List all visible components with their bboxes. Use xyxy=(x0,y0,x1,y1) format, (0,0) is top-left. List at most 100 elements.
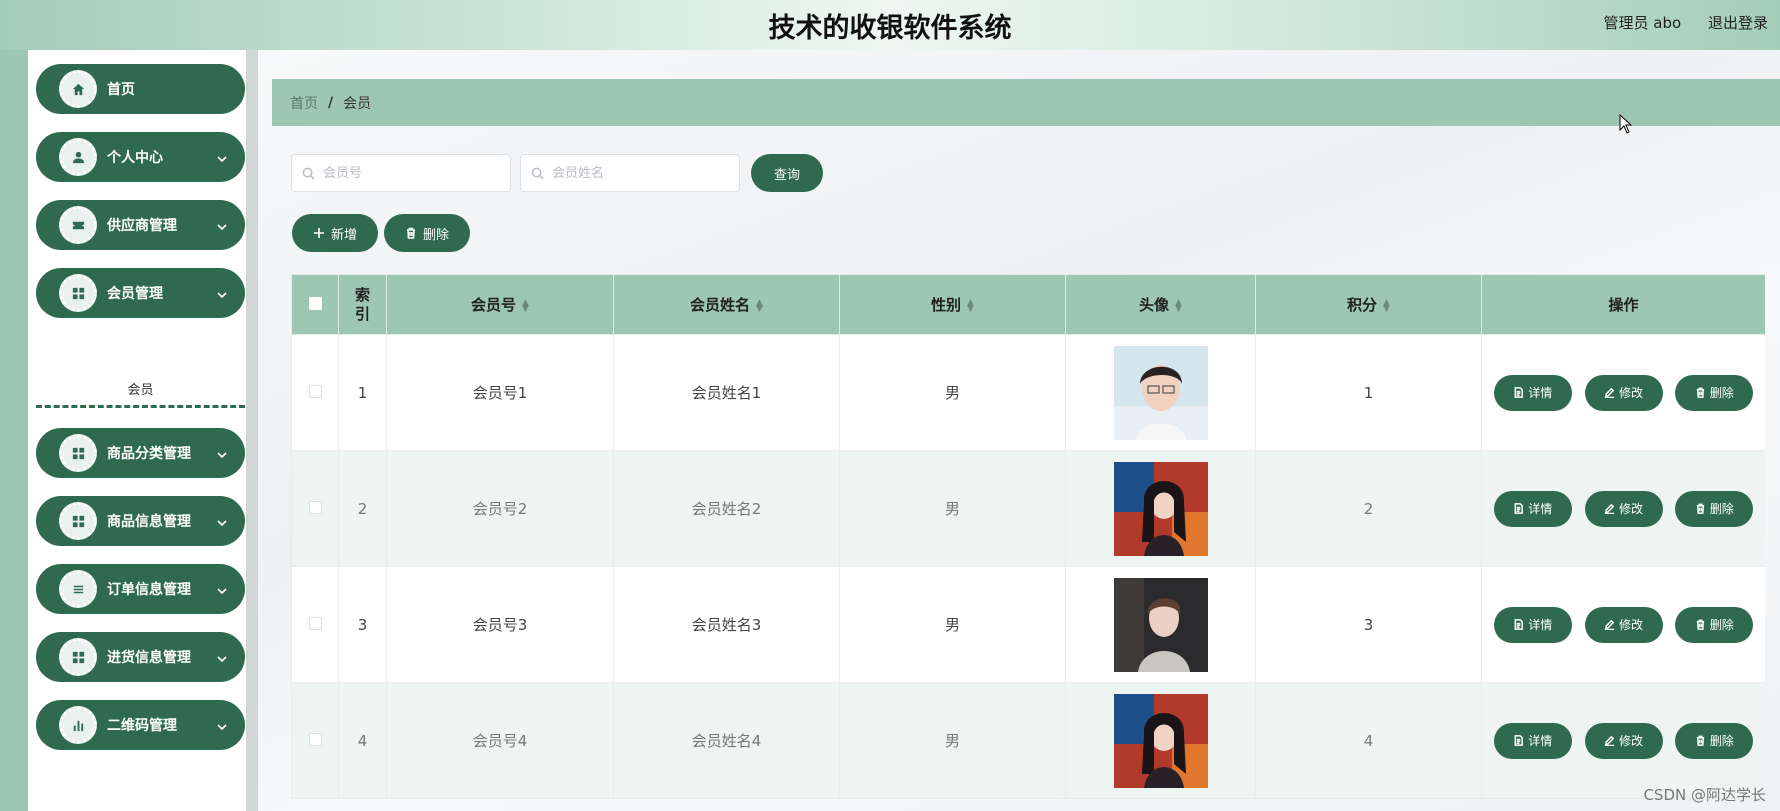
member-no-search-field[interactable] xyxy=(291,154,511,192)
row-select-cell[interactable] xyxy=(291,566,339,683)
sort-icon[interactable]: ▲ ▼ xyxy=(756,298,763,313)
add-button[interactable]: 新增 xyxy=(294,216,376,250)
chevron-down-icon xyxy=(217,652,227,663)
detail-button[interactable]: 详情 xyxy=(1495,492,1570,525)
gender-header-label: 性别 xyxy=(931,296,962,314)
row-checkbox[interactable] xyxy=(308,500,322,514)
sidebar-item-purchase-management[interactable]: 进货信息管理 xyxy=(36,632,245,682)
actions-header-label: 操作 xyxy=(1608,296,1639,314)
sidebar-item-home[interactable]: 首页 xyxy=(36,64,245,114)
detail-button[interactable]: 详情 xyxy=(1495,608,1570,641)
member-no-cell: 会员号4 xyxy=(386,682,614,799)
edit-label: 修改 xyxy=(1618,386,1643,400)
points-cell: 4 xyxy=(1255,682,1482,799)
chevron-down-icon xyxy=(217,720,227,731)
edit-button[interactable]: 修改 xyxy=(1586,376,1661,409)
sort-icon[interactable]: ▲ ▼ xyxy=(1383,298,1390,313)
avatar-image[interactable] xyxy=(1113,577,1208,672)
gender-cell: 男 xyxy=(839,450,1066,567)
detail-button[interactable]: 详情 xyxy=(1495,724,1570,757)
sidebar-item-label: 商品信息管理 xyxy=(107,514,191,530)
row-checkbox[interactable] xyxy=(308,732,322,746)
select-all-cell[interactable] xyxy=(291,274,339,335)
gender-cell: 男 xyxy=(839,682,1066,799)
sidebar-item-label: 供应商管理 xyxy=(107,218,177,234)
sidebar-item-supplier[interactable]: 供应商管理 xyxy=(36,200,245,250)
breadcrumb-current: 会员 xyxy=(343,95,372,112)
points-header[interactable]: 积分 ▲ ▼ xyxy=(1255,274,1482,335)
logout-link[interactable]: 退出登录 xyxy=(1708,14,1768,32)
member-name-cell: 会员姓名1 xyxy=(613,334,840,451)
row-select-cell[interactable] xyxy=(291,450,339,567)
member-no-cell: 会员号3 xyxy=(386,566,614,683)
row-select-cell[interactable] xyxy=(291,682,339,799)
edit-icon xyxy=(1604,387,1615,398)
sort-icon[interactable]: ▲ ▼ xyxy=(522,298,529,313)
actions-header: 操作 xyxy=(1481,274,1765,335)
add-button-label: 新增 xyxy=(330,227,357,243)
sidebar-item-personal-center[interactable]: 个人中心 xyxy=(36,132,245,182)
main-content: 首页 / 会员 查询 新增 删除 索引 会员号 ▲▼ xyxy=(258,50,1780,811)
trash-icon xyxy=(1696,619,1704,630)
query-button[interactable]: 查询 xyxy=(753,156,821,190)
sort-icon[interactable]: ▲ ▼ xyxy=(967,298,974,313)
row-checkbox[interactable] xyxy=(308,384,322,398)
index-header-label: 索引 xyxy=(354,285,370,323)
detail-button[interactable]: 详情 xyxy=(1495,376,1570,409)
top-header: 技术的收银软件系统 管理员 abo 退出登录 xyxy=(0,0,1780,50)
edit-label: 修改 xyxy=(1618,734,1643,748)
delete-button[interactable]: 删除 xyxy=(1677,492,1752,525)
row-select-cell[interactable] xyxy=(291,334,339,451)
document-icon xyxy=(1514,735,1524,746)
sidebar-item-label: 个人中心 xyxy=(107,150,163,166)
edit-button[interactable]: 修改 xyxy=(1586,608,1661,641)
breadcrumb-home-link[interactable]: 首页 xyxy=(290,93,318,113)
submenu-item-member[interactable]: 会员 xyxy=(36,372,245,408)
gender-header[interactable]: 性别 ▲ ▼ xyxy=(839,274,1066,335)
edit-icon xyxy=(1604,619,1615,630)
row-checkbox[interactable] xyxy=(308,616,322,630)
user-icon xyxy=(59,138,97,176)
member-name-input[interactable] xyxy=(552,165,722,181)
member-name-header[interactable]: 会员姓名 ▲ ▼ xyxy=(613,274,840,335)
avatar-cell xyxy=(1065,450,1256,567)
table-row: 2 会员号2 会员姓名2 男 2 详情 修改 删除 xyxy=(291,450,1765,567)
table-row: 4 会员号4 会员姓名4 男 4 详情 修改 删除 xyxy=(291,682,1765,799)
index-cell: 3 xyxy=(338,566,387,683)
member-name-search-field[interactable] xyxy=(520,154,740,192)
sidebar-item-product-management[interactable]: 商品信息管理 xyxy=(36,496,245,546)
delete-button[interactable]: 删除 xyxy=(1677,376,1752,409)
breadcrumb-separator: / xyxy=(328,94,334,111)
select-all-checkbox[interactable] xyxy=(308,296,322,310)
avatar-image[interactable] xyxy=(1113,345,1208,440)
delete-button[interactable]: 删除 xyxy=(1677,608,1752,641)
delete-button[interactable]: 删除 xyxy=(1677,724,1752,757)
member-no-input[interactable] xyxy=(323,165,493,181)
detail-label: 详情 xyxy=(1528,734,1553,748)
sidebar-item-category-management[interactable]: 商品分类管理 xyxy=(36,428,245,478)
sidebar-item-order-management[interactable]: 订单信息管理 xyxy=(36,564,245,614)
detail-label: 详情 xyxy=(1528,386,1553,400)
batch-delete-button[interactable]: 删除 xyxy=(386,216,468,250)
sort-icon[interactable]: ▲ ▼ xyxy=(1175,298,1182,313)
actions-cell: 详情 修改 删除 xyxy=(1481,334,1765,451)
sidebar-item-label: 会员管理 xyxy=(107,286,163,302)
trash-icon xyxy=(1696,387,1704,398)
ticket-icon xyxy=(59,206,97,244)
grid-icon xyxy=(59,274,97,312)
table-row: 1 会员号1 会员姓名1 男 1 详情 修改 删除 xyxy=(291,334,1765,451)
edit-button[interactable]: 修改 xyxy=(1586,492,1661,525)
sidebar-item-member-management[interactable]: 会员管理 xyxy=(36,268,245,318)
member-no-header[interactable]: 会员号 ▲ ▼ xyxy=(386,274,614,335)
actions-cell: 详情 修改 删除 xyxy=(1481,566,1765,683)
points-cell: 1 xyxy=(1255,334,1482,451)
avatar-image[interactable] xyxy=(1113,461,1208,556)
list-icon xyxy=(59,570,97,608)
sidebar-item-qrcode-management[interactable]: 二维码管理 xyxy=(36,700,245,750)
sidebar-item-label: 进货信息管理 xyxy=(107,650,191,666)
avatar-header[interactable]: 头像 ▲ ▼ xyxy=(1065,274,1256,335)
detail-label: 详情 xyxy=(1528,618,1553,632)
edit-button[interactable]: 修改 xyxy=(1586,724,1661,757)
avatar-image[interactable] xyxy=(1113,693,1208,788)
chevron-down-icon xyxy=(217,220,227,231)
